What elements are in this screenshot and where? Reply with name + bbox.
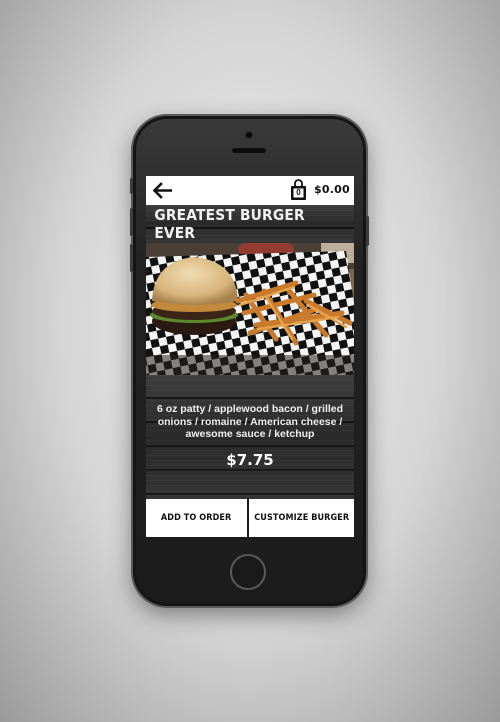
- cart-count: 0: [296, 188, 301, 197]
- phone-frame: 0 $0.00 GREATEST BURGER EVER 6 oz patty …: [130, 116, 369, 606]
- add-to-order-label: ADD TO ORDER: [161, 513, 232, 523]
- item-price: $7.75: [226, 451, 274, 469]
- burger-photo: [146, 243, 354, 375]
- customize-burger-button[interactable]: CUSTOMIZE BURGER: [248, 499, 354, 537]
- home-button[interactable]: [230, 554, 266, 590]
- description-panel: 6 oz patty / applewood bacon / grilled o…: [146, 375, 354, 499]
- cart-total: $0.00: [314, 183, 350, 196]
- title-banner: GREATEST BURGER EVER: [146, 205, 354, 243]
- action-buttons: ADD TO ORDER CUSTOMIZE BURGER: [146, 499, 354, 537]
- arrow-left-icon[interactable]: [152, 182, 174, 199]
- volume-up-button: [130, 208, 133, 236]
- add-to-order-button[interactable]: ADD TO ORDER: [146, 499, 247, 537]
- earpiece-speaker: [232, 148, 266, 153]
- power-button: [366, 216, 369, 246]
- app-screen: 0 $0.00 GREATEST BURGER EVER 6 oz patty …: [146, 176, 354, 540]
- item-description: 6 oz patty / applewood bacon / grilled o…: [156, 403, 344, 440]
- item-title: GREATEST BURGER EVER: [154, 206, 305, 242]
- front-camera: [246, 132, 252, 138]
- top-bar: 0 $0.00: [146, 176, 354, 205]
- customize-burger-label: CUSTOMIZE BURGER: [253, 513, 349, 523]
- burger-image: [146, 243, 354, 375]
- shopping-bag-icon[interactable]: 0: [290, 179, 307, 201]
- mute-switch: [130, 178, 133, 194]
- volume-down-button: [130, 244, 133, 272]
